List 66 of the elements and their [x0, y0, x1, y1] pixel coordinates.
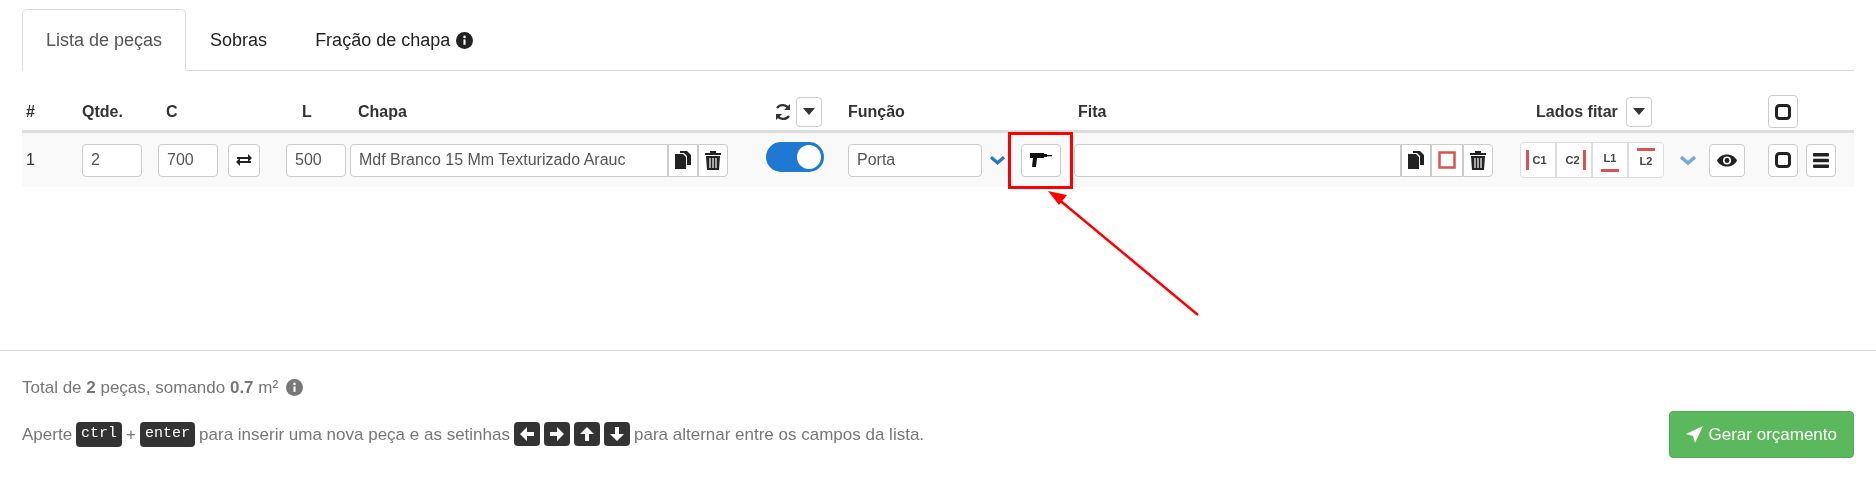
- row-number: 1: [26, 151, 35, 168]
- input-field[interactable]: 700: [158, 143, 218, 177]
- copy-icon: [675, 151, 691, 169]
- caret-icon: [803, 108, 815, 115]
- eye-icon: [1717, 153, 1737, 167]
- help-text: +: [126, 423, 137, 446]
- edge-button[interactable]: L2: [1628, 142, 1664, 178]
- column-header: C: [166, 102, 178, 120]
- highlight-frame: [1008, 132, 1073, 189]
- view-button[interactable]: [1709, 143, 1745, 177]
- input-field[interactable]: [1074, 143, 1401, 177]
- input-field[interactable]: Mdf Branco 15 Mm Texturizado Arauc: [350, 143, 668, 177]
- copy-button[interactable]: [1401, 143, 1431, 177]
- help-text: para alternar entre os campos da lista.: [633, 423, 925, 446]
- chevron-icon: [990, 155, 1005, 165]
- toggle-switch[interactable]: [766, 141, 824, 172]
- copy-icon: [1408, 151, 1424, 169]
- square-icon: [1438, 151, 1456, 169]
- select-button[interactable]: [1768, 143, 1798, 177]
- dropdown-button[interactable]: [796, 96, 822, 127]
- edge-button[interactable]: C1: [1520, 142, 1556, 178]
- edge-button[interactable]: L1: [1592, 142, 1628, 178]
- copy-button[interactable]: [668, 143, 698, 177]
- trash-icon: [1470, 150, 1486, 170]
- input-field[interactable]: Porta: [848, 143, 982, 177]
- trash-icon: [705, 150, 721, 170]
- menu-button[interactable]: [1806, 143, 1836, 177]
- tab[interactable]: Sobras: [186, 9, 292, 71]
- drill-button[interactable]: [1021, 143, 1061, 177]
- drill-icon: [1030, 152, 1052, 168]
- square-button[interactable]: [1431, 143, 1463, 177]
- help-text: para inserir uma nova peça e as setinhas: [199, 423, 510, 446]
- tab[interactable]: Lista de peças: [22, 9, 187, 71]
- column-header: Chapa: [358, 102, 407, 120]
- arrow-key-icon: [573, 422, 600, 447]
- arrow-key-icon: [543, 422, 570, 447]
- arrow-key-icon: [603, 422, 630, 447]
- square-icon: [1775, 103, 1791, 120]
- column-header: Qtde.: [82, 102, 123, 120]
- help-text: Aperte: [22, 423, 73, 446]
- column-header: #: [26, 102, 35, 120]
- chevron-icon: [1680, 155, 1696, 165]
- arrow-key-icon: [513, 422, 540, 447]
- select-all-button[interactable]: [1768, 95, 1798, 128]
- swap-icon: [235, 153, 253, 167]
- input-field[interactable]: 500: [286, 143, 346, 177]
- column-header: Fita: [1078, 102, 1107, 120]
- input-field[interactable]: 2: [82, 143, 142, 177]
- column-header: L: [302, 102, 312, 120]
- total-text: Total de 2 peças, somando 0.7 m²: [22, 377, 279, 399]
- delete-button[interactable]: [698, 143, 728, 177]
- edge-button[interactable]: C2: [1556, 142, 1592, 178]
- refresh-icon: [774, 102, 792, 121]
- send-icon: [1685, 425, 1703, 443]
- tab[interactable]: Fração de chapa: [291, 9, 498, 71]
- key-label: ctrl: [76, 422, 123, 447]
- column-header: Lados fitar: [1536, 101, 1618, 122]
- info-icon: [286, 379, 304, 397]
- caret-icon: [1632, 108, 1645, 115]
- menu-icon: [1813, 152, 1829, 168]
- key-label: enter: [140, 422, 196, 447]
- dropdown-button[interactable]: [1625, 96, 1652, 127]
- swap-button[interactable]: [228, 143, 260, 177]
- delete-button[interactable]: [1463, 143, 1493, 177]
- column-header: Função: [848, 102, 905, 120]
- square-icon: [1775, 152, 1791, 168]
